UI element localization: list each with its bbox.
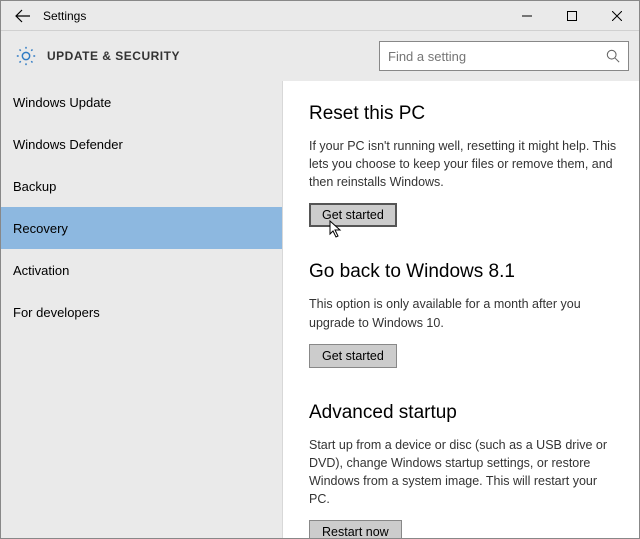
sidebar-item-backup[interactable]: Backup bbox=[1, 165, 282, 207]
sidebar-item-windows-defender[interactable]: Windows Defender bbox=[1, 123, 282, 165]
sidebar-item-label: Activation bbox=[13, 263, 69, 278]
maximize-button[interactable] bbox=[549, 2, 594, 30]
sidebar-item-label: Backup bbox=[13, 179, 56, 194]
titlebar: Settings bbox=[1, 1, 639, 31]
page-header: UPDATE & SECURITY bbox=[1, 31, 639, 81]
section-title: Advanced startup bbox=[309, 402, 619, 424]
back-button[interactable] bbox=[11, 4, 35, 28]
sidebar: Windows Update Windows Defender Backup R… bbox=[1, 81, 283, 538]
sidebar-item-label: For developers bbox=[13, 305, 100, 320]
sidebar-item-label: Recovery bbox=[13, 221, 68, 236]
close-button[interactable] bbox=[594, 2, 639, 30]
close-icon bbox=[612, 11, 622, 21]
section-title: Reset this PC bbox=[309, 103, 619, 125]
maximize-icon bbox=[567, 11, 577, 21]
section-go-back: Go back to Windows 8.1 This option is on… bbox=[309, 261, 619, 367]
section-body: Start up from a device or disc (such as … bbox=[309, 436, 619, 509]
arrow-left-icon bbox=[15, 8, 31, 24]
section-body: This option is only available for a mont… bbox=[309, 295, 619, 331]
sidebar-item-windows-update[interactable]: Windows Update bbox=[1, 81, 282, 123]
window-title: Settings bbox=[43, 9, 86, 23]
section-title: Go back to Windows 8.1 bbox=[309, 261, 619, 283]
sidebar-item-recovery[interactable]: Recovery bbox=[1, 207, 282, 249]
get-started-reset-button[interactable]: Get started bbox=[309, 203, 397, 227]
search-input[interactable] bbox=[388, 49, 606, 64]
content-area: Windows Update Windows Defender Backup R… bbox=[1, 81, 639, 538]
search-icon bbox=[606, 49, 620, 63]
get-started-goback-button[interactable]: Get started bbox=[309, 344, 397, 368]
window-controls bbox=[504, 2, 639, 30]
gear-icon bbox=[15, 45, 37, 67]
section-body: If your PC isn't running well, resetting… bbox=[309, 137, 619, 191]
main-panel: Reset this PC If your PC isn't running w… bbox=[283, 81, 639, 538]
page-title: UPDATE & SECURITY bbox=[47, 49, 180, 63]
minimize-icon bbox=[522, 11, 532, 21]
search-box[interactable] bbox=[379, 41, 629, 71]
sidebar-item-label: Windows Defender bbox=[13, 137, 123, 152]
sidebar-item-activation[interactable]: Activation bbox=[1, 249, 282, 291]
section-reset-this-pc: Reset this PC If your PC isn't running w… bbox=[309, 103, 619, 227]
sidebar-item-for-developers[interactable]: For developers bbox=[1, 291, 282, 333]
restart-now-button[interactable]: Restart now bbox=[309, 520, 402, 538]
minimize-button[interactable] bbox=[504, 2, 549, 30]
section-advanced-startup: Advanced startup Start up from a device … bbox=[309, 402, 619, 538]
sidebar-item-label: Windows Update bbox=[13, 95, 111, 110]
